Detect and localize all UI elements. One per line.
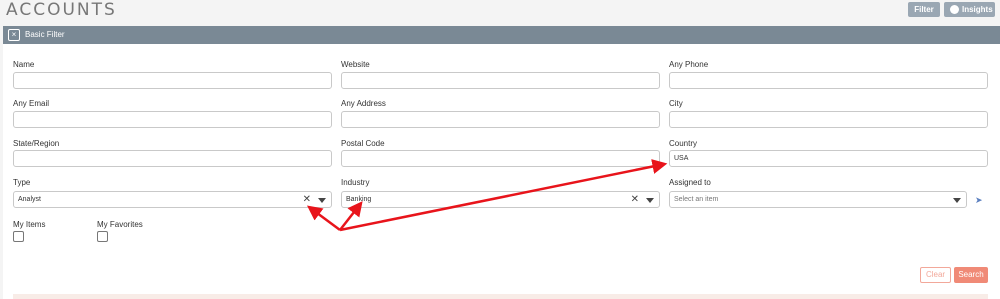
arrow-to-country [339,159,668,232]
annotation-arrows [306,159,668,232]
accounts-page: ACCOUNTS Filter Insights × Basic Filter … [0,0,1000,299]
arrow-to-type [306,205,341,232]
